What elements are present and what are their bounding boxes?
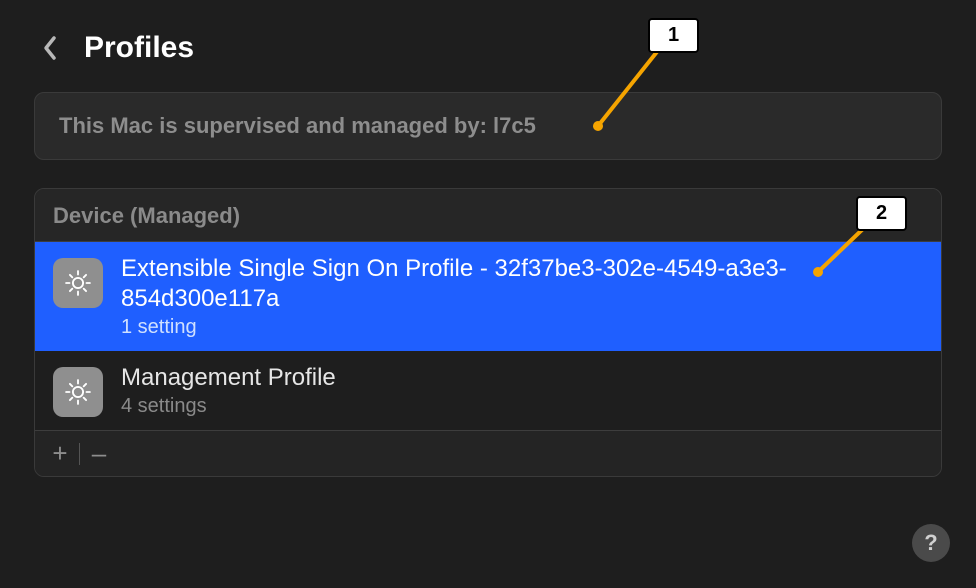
page-title: Profiles (84, 31, 194, 65)
list-section-header: Device (Managed) (35, 189, 941, 242)
help-icon: ? (924, 530, 937, 556)
remove-profile-button[interactable]: – (84, 439, 114, 469)
supervision-banner: This Mac is supervised and managed by: l… (34, 92, 942, 160)
gear-icon (53, 367, 103, 417)
profile-subtitle: 4 settings (121, 395, 336, 418)
back-button[interactable] (36, 28, 64, 68)
profile-title: Management Profile (121, 363, 336, 393)
gear-icon (53, 258, 103, 308)
help-button[interactable]: ? (912, 524, 950, 562)
profile-subtitle: 1 setting (121, 316, 923, 339)
profile-text: Management Profile 4 settings (121, 363, 336, 418)
header: Profiles (0, 0, 976, 88)
list-section-header-text: Device (Managed) (53, 203, 923, 229)
profiles-list: Device (Managed) Extensible Single Sign … (34, 188, 942, 477)
profile-text: Extensible Single Sign On Profile - 32f3… (121, 254, 923, 339)
profile-title: Extensible Single Sign On Profile - 32f3… (121, 254, 923, 314)
supervision-text: This Mac is supervised and managed by: l… (59, 113, 917, 139)
callout-badge-1: 1 (648, 18, 699, 53)
add-profile-button[interactable]: + (45, 439, 75, 469)
list-footer: + – (35, 430, 941, 476)
profile-row[interactable]: Management Profile 4 settings (35, 351, 941, 430)
callout-badge-2: 2 (856, 196, 907, 231)
profile-row[interactable]: Extensible Single Sign On Profile - 32f3… (35, 242, 941, 351)
chevron-left-icon (42, 34, 58, 62)
footer-separator (79, 443, 80, 465)
